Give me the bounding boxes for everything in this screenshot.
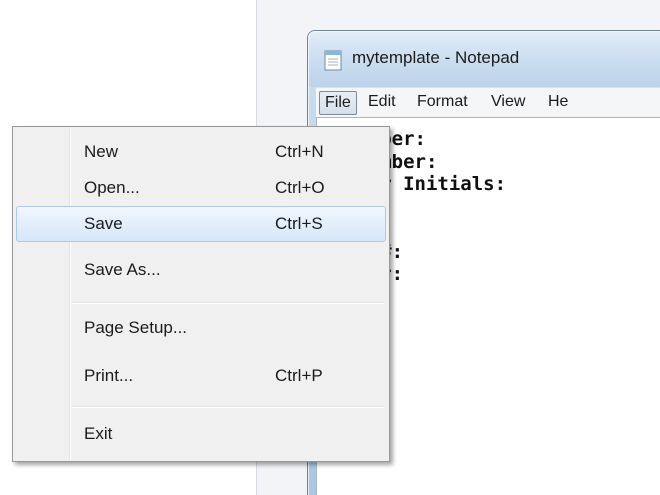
file-menu: New Ctrl+N Open... Ctrl+O Save Ctrl+S Sa…	[12, 126, 390, 462]
menu-item-new[interactable]: New Ctrl+N	[16, 134, 386, 170]
menu-view[interactable]: View	[486, 91, 530, 115]
window-title: mytemplate - Notepad	[352, 48, 520, 67]
notepad-icon[interactable]	[322, 49, 344, 71]
menu-item-label: Save	[84, 214, 123, 233]
menu-bar: File Edit Format View He	[316, 87, 660, 117]
menu-format[interactable]: Format	[412, 91, 473, 115]
menu-item-label: Exit	[84, 424, 113, 443]
menu-item-label: Open...	[84, 178, 140, 197]
menu-item-label: Page Setup...	[84, 318, 188, 337]
menu-item-page-setup[interactable]: Page Setup...	[16, 310, 386, 346]
menu-item-open[interactable]: Open... Ctrl+O	[16, 170, 386, 206]
menu-separator	[72, 406, 384, 408]
menu-item-shortcut: Ctrl+O	[275, 178, 325, 197]
menu-item-save-as[interactable]: Save As...	[16, 252, 386, 288]
title-bar[interactable]: mytemplate - Notepad	[308, 31, 660, 87]
menu-item-shortcut: Ctrl+S	[275, 214, 323, 233]
menu-item-save[interactable]: Save Ctrl+S	[16, 206, 386, 242]
menu-separator	[72, 302, 384, 304]
menu-item-shortcut: Ctrl+P	[275, 366, 323, 385]
menu-item-print[interactable]: Print... Ctrl+P	[16, 358, 386, 394]
menu-help[interactable]: He	[543, 91, 573, 115]
menu-item-exit[interactable]: Exit	[16, 416, 386, 452]
menu-item-label: Save As...	[84, 260, 161, 279]
menu-item-label: New	[84, 142, 119, 161]
menu-file[interactable]: File	[319, 91, 357, 115]
menu-item-label: Print...	[84, 366, 134, 385]
menu-item-shortcut: Ctrl+N	[275, 142, 324, 161]
menu-edit[interactable]: Edit	[363, 91, 401, 115]
screen: mytemplate - Notepad File Edit Format Vi…	[0, 0, 660, 495]
